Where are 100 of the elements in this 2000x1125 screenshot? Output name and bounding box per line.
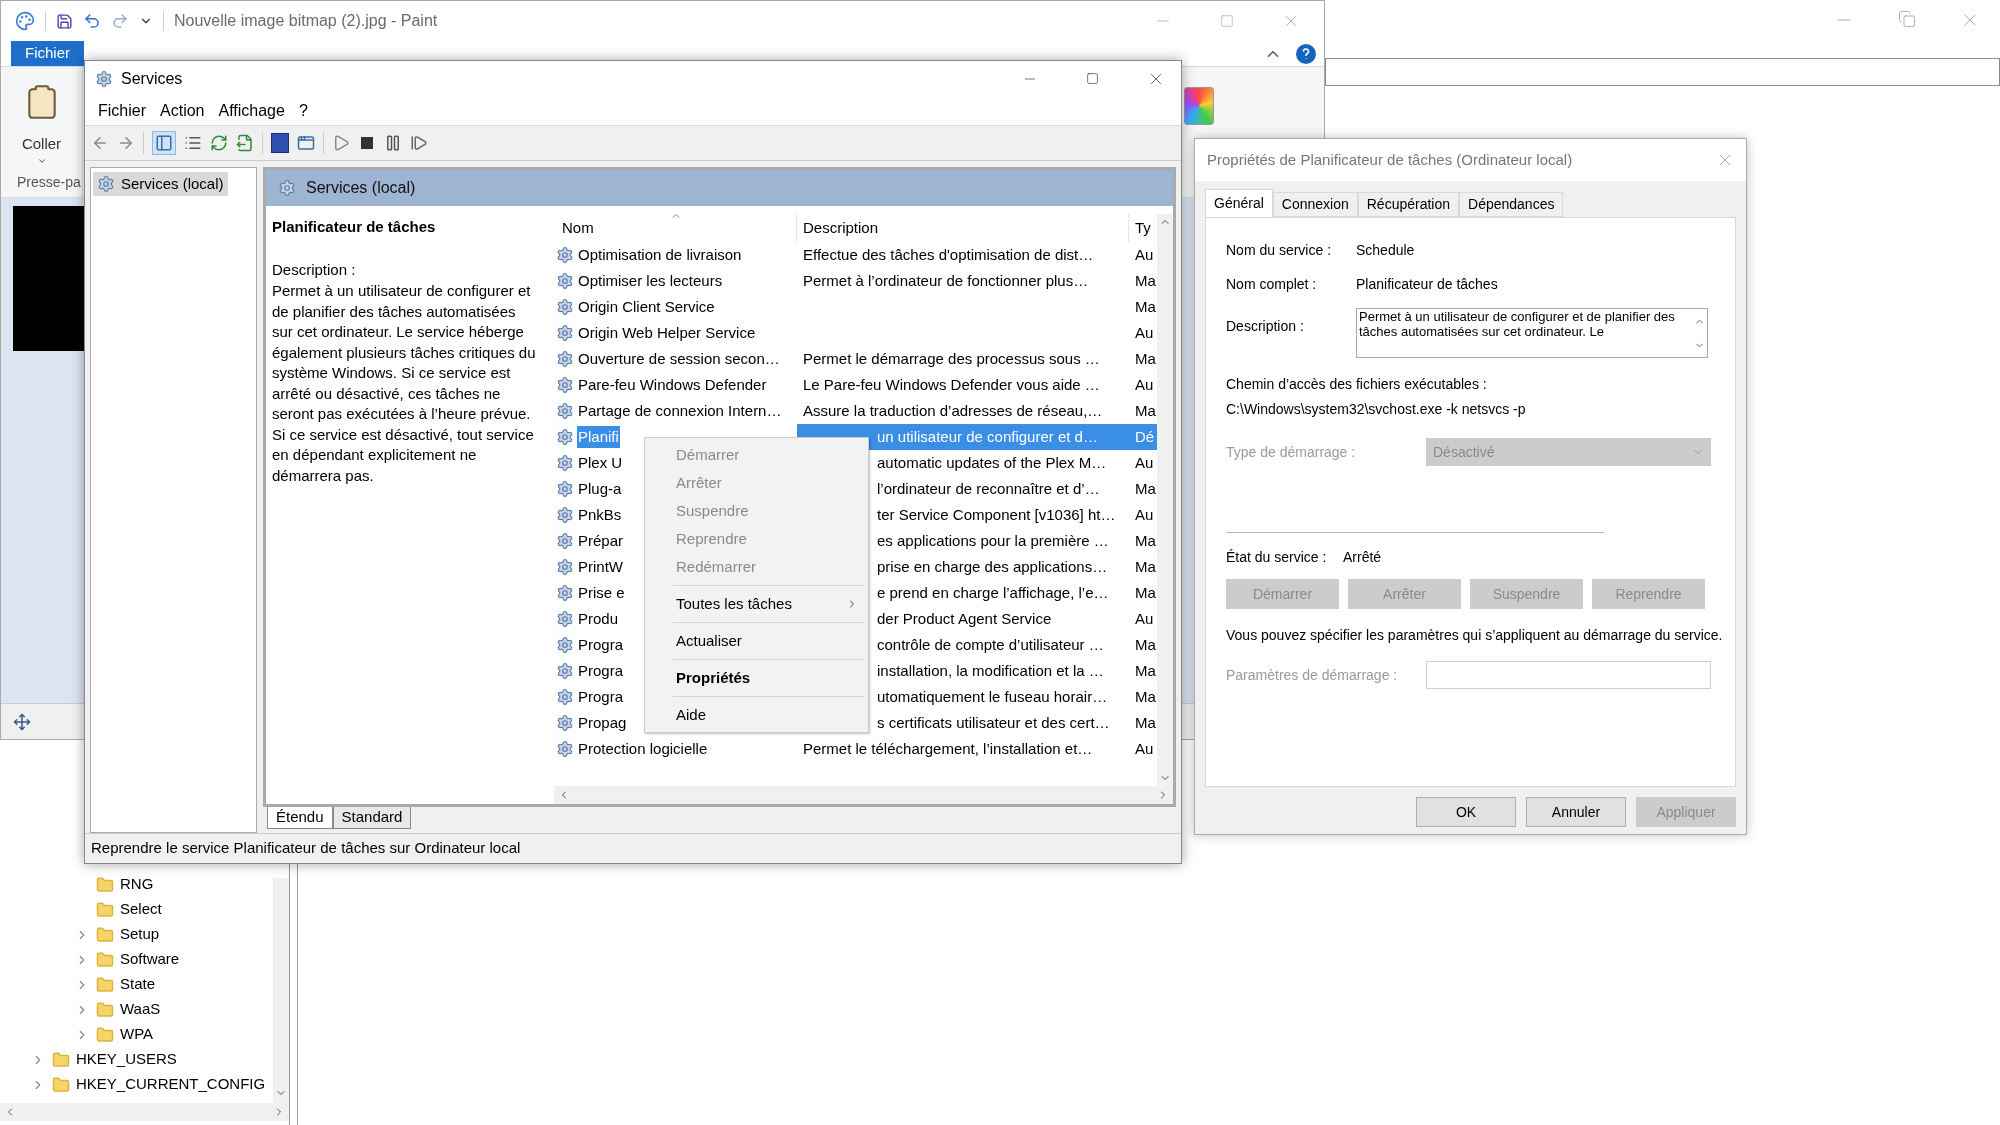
gear-icon xyxy=(556,454,574,472)
table-cell[interactable]: Partage de connexion Intern… xyxy=(577,399,783,423)
column-header[interactable]: Nom xyxy=(554,214,797,242)
refresh-icon[interactable] xyxy=(210,134,228,152)
table-cell[interactable]: Prise e xyxy=(577,581,626,605)
gear-icon xyxy=(556,428,574,446)
dialog-button[interactable]: Annuler xyxy=(1526,797,1626,827)
play-icon[interactable] xyxy=(332,134,350,152)
menu-item[interactable]: Toutes les tâches xyxy=(645,590,868,618)
menu-item[interactable]: ? xyxy=(291,98,315,123)
table-cell[interactable]: Pare-feu Windows Defender xyxy=(577,373,768,397)
table-cell-text: Permet le démarrage des processus sous … xyxy=(803,348,1100,369)
gear-icon xyxy=(556,402,574,420)
dialog-tab[interactable]: Général xyxy=(1205,189,1273,217)
description-box[interactable]: Permet à un utilisateur de configurer et de planifier des tâches automatisées sur cet ordinateur. Le xyxy=(1356,308,1708,358)
tree-item[interactable]: State xyxy=(120,973,156,996)
address-bar[interactable] xyxy=(1325,58,2000,86)
resume-icon[interactable] xyxy=(410,134,428,152)
folder-icon xyxy=(96,1000,114,1019)
gear-icon xyxy=(556,662,574,680)
table-cell[interactable]: Progra xyxy=(577,685,625,709)
export-icon[interactable] xyxy=(236,134,254,152)
table-cell[interactable]: Origin Client Service xyxy=(577,295,716,319)
status-bar: Reprendre le service Planificateur de tâches sur Ordinateur local xyxy=(85,833,1181,863)
dialog-tab[interactable]: Connexion xyxy=(1272,192,1358,217)
edit-colors-icon[interactable] xyxy=(1184,87,1214,125)
restore-icon[interactable] xyxy=(1898,10,1916,28)
horizontal-scrollbar[interactable] xyxy=(554,786,1173,804)
tree-item[interactable]: WaaS xyxy=(120,998,161,1021)
column-header[interactable]: Description xyxy=(797,214,1129,242)
menu-item[interactable]: Fichier xyxy=(91,98,153,123)
dialog-tab[interactable]: Récupération xyxy=(1357,192,1460,217)
table-cell[interactable]: PnkBs xyxy=(577,503,623,527)
hint-text: Vous pouvez spécifier les paramètres qui s’appliquent au démarrage du service. xyxy=(1226,627,1724,643)
menu-item[interactable]: Action xyxy=(153,98,212,123)
table-cell-text: Ma xyxy=(1135,270,1156,291)
table-cell[interactable]: Prépar xyxy=(577,529,625,553)
undo-icon[interactable] xyxy=(83,12,101,30)
table-cell-text: es applications pour la première … xyxy=(877,530,1109,551)
console-tree-button[interactable] xyxy=(152,131,176,155)
column-header[interactable]: Ty xyxy=(1129,214,1157,242)
window-icon[interactable] xyxy=(297,134,315,152)
field-label: Type de démarrage : xyxy=(1226,442,1357,462)
file-tab[interactable]: Fichier xyxy=(11,41,84,66)
paste-button[interactable]: Coller xyxy=(21,133,62,156)
table-cell[interactable]: Optimiser les lecteurs xyxy=(577,269,724,293)
save-icon[interactable] xyxy=(56,12,73,30)
gear-icon xyxy=(556,324,574,342)
list-icon[interactable] xyxy=(184,134,202,152)
table-cell[interactable]: Progra xyxy=(577,659,625,683)
tree-item[interactable]: HKEY_CURRENT_CONFIG xyxy=(76,1073,266,1096)
pane-title: Services (local) xyxy=(306,178,416,198)
table-cell-text: Au xyxy=(1135,374,1154,395)
gear-icon xyxy=(556,350,574,368)
table-cell[interactable]: Plex U xyxy=(577,451,624,475)
redo-icon[interactable] xyxy=(111,12,129,30)
menu-item[interactable]: Aide xyxy=(645,701,868,729)
gear-icon xyxy=(556,480,574,498)
table-cell[interactable]: Protection logicielle xyxy=(577,737,709,761)
table-cell-text: automatic updates of the Plex M… xyxy=(877,452,1107,473)
field-label: Nom complet : xyxy=(1226,274,1318,294)
service-title: Planificateur de tâches xyxy=(272,217,437,237)
view-tab[interactable]: Standard xyxy=(332,807,412,829)
tree-item[interactable]: Services (local) xyxy=(93,172,228,196)
table-cell[interactable]: Origin Web Helper Service xyxy=(577,321,757,345)
pause-icon[interactable] xyxy=(384,134,402,152)
field-label: Paramètres de démarrage : xyxy=(1226,665,1399,685)
menu-item[interactable]: Actualiser xyxy=(645,627,868,655)
table-cell[interactable]: Plug-a xyxy=(577,477,623,501)
folder-icon xyxy=(52,1050,70,1069)
gear-icon xyxy=(95,69,113,88)
table-cell[interactable]: Ouverture de session secon… xyxy=(577,347,781,371)
table-cell-text: ter Service Component [v1036] ht… xyxy=(877,504,1116,525)
tree-item[interactable]: Setup xyxy=(120,923,160,946)
table-cell-text: Au xyxy=(1135,452,1154,473)
table-cell-text: Ma xyxy=(1135,400,1156,421)
menu-item[interactable]: Propriétés xyxy=(645,664,868,692)
gear-icon xyxy=(556,584,574,602)
dialog-button[interactable]: OK xyxy=(1416,797,1516,827)
table-cell-text: installation, la modification et la … xyxy=(877,660,1104,681)
table-cell[interactable]: Propag xyxy=(577,711,628,735)
maximize-icon[interactable] xyxy=(1086,72,1099,85)
table-cell-text: Ma xyxy=(1135,296,1156,317)
view-tab[interactable]: Étendu xyxy=(267,807,333,829)
table-cell[interactable]: Progra xyxy=(577,633,625,657)
tree-item[interactable]: HKEY_USERS xyxy=(76,1048,177,1071)
menu-item[interactable]: Affichage xyxy=(211,98,292,123)
table-cell-text: Permet le téléchargement, l’installation et… xyxy=(803,738,1093,759)
tree-item[interactable]: RNG xyxy=(120,873,154,896)
table-cell[interactable]: Produ xyxy=(577,607,620,631)
forward-arrow-icon[interactable] xyxy=(117,134,135,152)
dialog-tab[interactable]: Dépendances xyxy=(1459,192,1564,217)
table-cell-text: Au xyxy=(1135,608,1154,629)
table-cell[interactable]: Optimisation de livraison xyxy=(577,243,743,267)
horizontal-scrollbar[interactable] xyxy=(0,1103,289,1121)
tree-item[interactable]: Select xyxy=(120,898,162,921)
tree-item[interactable]: Software xyxy=(120,948,180,971)
table-cell[interactable]: PrintW xyxy=(577,555,624,579)
maximize-icon[interactable] xyxy=(1220,14,1234,28)
tree-item[interactable]: WPA xyxy=(120,1023,154,1046)
